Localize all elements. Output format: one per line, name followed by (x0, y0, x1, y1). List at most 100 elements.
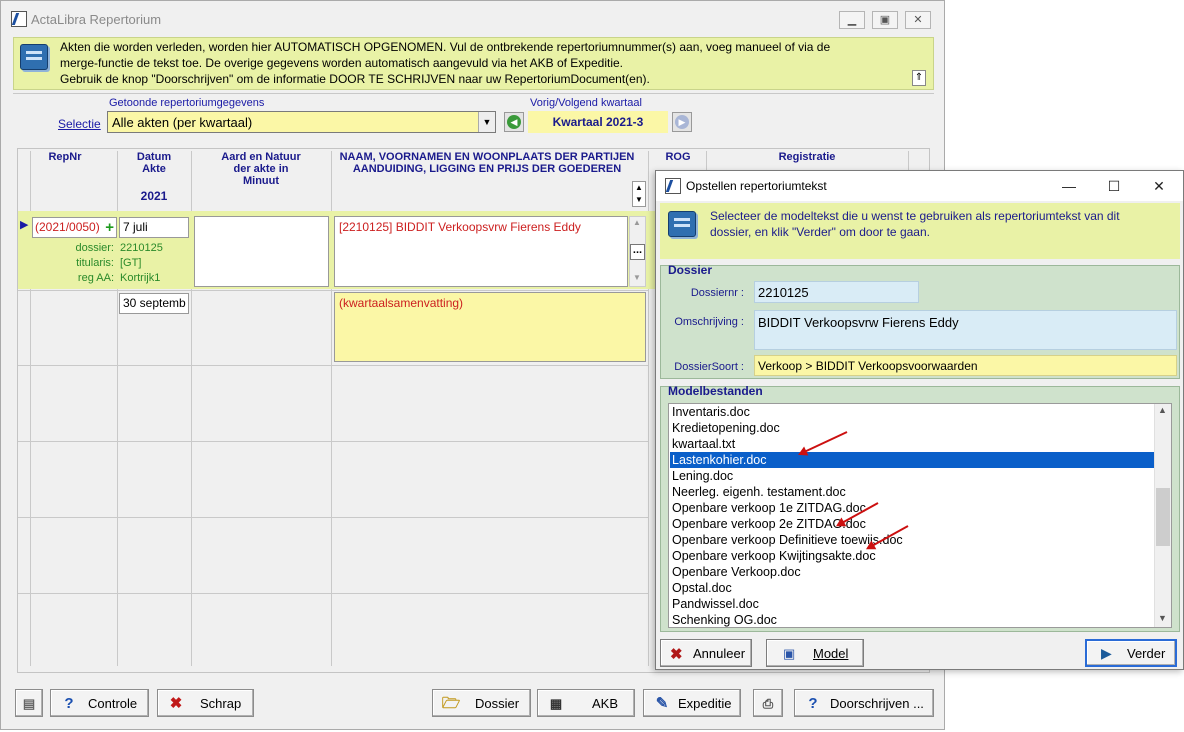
datum-field[interactable]: 7 juli (119, 217, 189, 238)
list-item[interactable]: Inventaris.doc (670, 404, 1154, 420)
minimize-button[interactable]: ▁ (839, 11, 865, 29)
aard-field[interactable] (194, 216, 329, 287)
column-header-naam: NAAM, VOORNAMEN EN WOONPLAATS DER PARTIJ… (339, 151, 635, 175)
annuleer-label: Annuleer (693, 646, 746, 661)
dialog-maximize-icon[interactable]: ☐ (1099, 176, 1129, 196)
collapse-info-button[interactable]: ⇑ (912, 70, 926, 86)
datum-field-row2[interactable]: 30 septemb (119, 293, 189, 314)
add-icon[interactable]: + (105, 219, 114, 236)
regaa-label: reg AA: (77, 272, 114, 284)
controle-button[interactable]: ? Controle (50, 689, 149, 717)
list-item[interactable]: Pandwissel.doc (670, 596, 1154, 612)
model-button[interactable]: ▣ Model (766, 639, 864, 667)
more-button[interactable]: ... (630, 244, 645, 260)
dossiersoort-value: Verkoop > BIDDIT Verkoopsvoorwaarden (758, 359, 978, 373)
folder-icon: 🗁 (441, 695, 461, 712)
help-icon: ? (64, 695, 74, 712)
selection-caption: Getoonde repertoriumgegevens (109, 97, 265, 109)
chevron-up-icon[interactable]: ▲ (633, 218, 641, 227)
grid-line (18, 441, 648, 442)
cancel-icon: ✖ (670, 646, 683, 663)
akb-button[interactable]: ▦ AKB (537, 689, 635, 717)
annuleer-button[interactable]: ✖ Annuleer (660, 639, 752, 667)
info-line-3: Gebruik de knop "Doorschrijven" om de in… (60, 72, 650, 86)
schrap-label: Schrap (200, 696, 242, 711)
list-item[interactable]: Schenking OG.doc (670, 612, 1154, 627)
maximize-icon: ▣ (879, 14, 891, 26)
close-button[interactable]: ✕ (905, 11, 931, 29)
list-item[interactable]: Openbare verkoop 2e ZITDAG.doc (670, 516, 1154, 532)
naam-scrollbar[interactable]: ▲ ... ▼ (629, 216, 646, 287)
settings-button[interactable]: ▤ (15, 689, 43, 717)
dossiersoort-field[interactable]: Verkoop > BIDDIT Verkoopsvoorwaarden (754, 355, 1177, 376)
minimize-icon: ▁ (847, 14, 857, 26)
repnr-field[interactable]: (2021/0050) + (32, 217, 117, 238)
list-item[interactable]: Openbare verkoop Kwijtingsakte.doc (670, 548, 1154, 564)
dialog-info-banner: Selecteer de modeltekst die u wenst te g… (660, 203, 1180, 259)
dialog-minimize-icon[interactable]: — (1054, 176, 1084, 196)
naam-field-row2[interactable]: (kwartaalsamenvatting) (334, 292, 646, 362)
verder-button[interactable]: ▶ Verder (1085, 639, 1177, 667)
book-icon (20, 44, 48, 70)
grid-line (18, 593, 648, 594)
print-button[interactable]: ⎙ (753, 689, 783, 717)
controle-label: Controle (88, 696, 138, 711)
scrollbar-thumb[interactable] (1156, 488, 1170, 546)
dialog-titlebar[interactable]: Opstellen repertoriumtekst — ☐ ✕ (656, 171, 1183, 201)
list-item[interactable]: Kredietopening.doc (670, 420, 1154, 436)
chevron-down-icon[interactable]: ▼ (633, 273, 641, 282)
arrow-right-icon: ▶ (675, 115, 689, 129)
dossier-button[interactable]: 🗁 Dossier (432, 689, 531, 717)
list-item[interactable]: Openbare verkoop 1e ZITDAG.doc (670, 500, 1154, 516)
chevron-down-icon[interactable]: ▼ (1158, 613, 1167, 623)
info-line-1: Akten die worden verleden, worden hier A… (60, 40, 831, 54)
current-row-indicator-icon: ▶ (20, 219, 29, 231)
dialog-info-line-2: dossier, en klik "Verder" om door te gaa… (710, 225, 930, 239)
omschrijving-field[interactable]: BIDDIT Verkoopsvrw Fierens Eddy (754, 310, 1177, 350)
list-item[interactable]: Openbare verkoop Definitieve toewijs.doc (670, 532, 1154, 548)
next-quarter-button[interactable]: ▶ (672, 112, 692, 132)
dialog-title: Opstellen repertoriumtekst (686, 179, 827, 193)
model-label: Model (813, 646, 849, 661)
list-item[interactable]: kwartaal.txt (670, 436, 1154, 452)
dossier-group-title: Dossier (668, 263, 713, 277)
selection-dropdown[interactable]: Alle akten (per kwartaal) ▼ (107, 111, 496, 133)
expeditie-button[interactable]: ✎ Expeditie (643, 689, 741, 717)
properties-icon: ▤ (22, 696, 36, 711)
list-item[interactable]: Neerleg. eigenh. testament.doc (670, 484, 1154, 500)
dialog-app-icon (665, 178, 681, 194)
doorschrijven-button[interactable]: ? Doorschrijven ... (794, 689, 934, 717)
dossiernr-field[interactable]: 2210125 (754, 281, 919, 303)
arrow-left-icon: ◀ (507, 115, 521, 129)
selection-value: Alle akten (per kwartaal) (112, 115, 253, 130)
repnr-value: (2021/0050) (35, 220, 100, 234)
quarter-value: Kwartaal 2021-3 (552, 115, 644, 129)
titularis-label: titularis: (76, 257, 114, 269)
list-item[interactable]: Openbare Verkoop.doc (670, 564, 1154, 580)
spin-arrows-icon: ▲ ▼ (635, 183, 643, 204)
previous-quarter-button[interactable]: ◀ (504, 112, 524, 132)
chevron-down-icon[interactable]: ▼ (478, 112, 495, 132)
dossier-label: dossier: (75, 242, 114, 254)
datum-value-row2: 30 septemb (123, 296, 186, 310)
list-scrollbar[interactable]: ▲ ▼ (1154, 404, 1171, 627)
naam-field[interactable]: [2210125] BIDDIT Verkoopsvrw Fierens Edd… (334, 216, 628, 287)
play-icon: ▶ (1101, 645, 1112, 661)
book-icon (668, 211, 696, 237)
schrap-button[interactable]: ✖ Schrap (157, 689, 254, 717)
close-icon: ✕ (913, 14, 923, 26)
list-item[interactable]: Lening.doc (670, 468, 1154, 484)
model-file-list[interactable]: Inventaris.doc Kredietopening.doc kwarta… (668, 403, 1172, 628)
dialog-close-icon[interactable]: ✕ (1144, 176, 1174, 196)
chevron-up-icon[interactable]: ▲ (1158, 405, 1167, 415)
column-header-repnr: RepNr (48, 151, 82, 163)
header-spin-button[interactable]: ▲ ▼ (632, 181, 646, 207)
list-item[interactable]: Opstal.doc (670, 580, 1154, 596)
omschrijving-label: Omschrijving : (674, 316, 744, 328)
main-titlebar[interactable]: ActaLibra Repertorium ▁ ▣ ✕ (1, 1, 944, 37)
delete-icon: ✖ (169, 695, 183, 712)
list-item-selected[interactable]: Lastenkohier.doc (670, 452, 1154, 468)
stamp-icon: ✎ (655, 695, 669, 712)
dossier-value: 2210125 (120, 242, 163, 254)
maximize-button[interactable]: ▣ (872, 11, 898, 29)
